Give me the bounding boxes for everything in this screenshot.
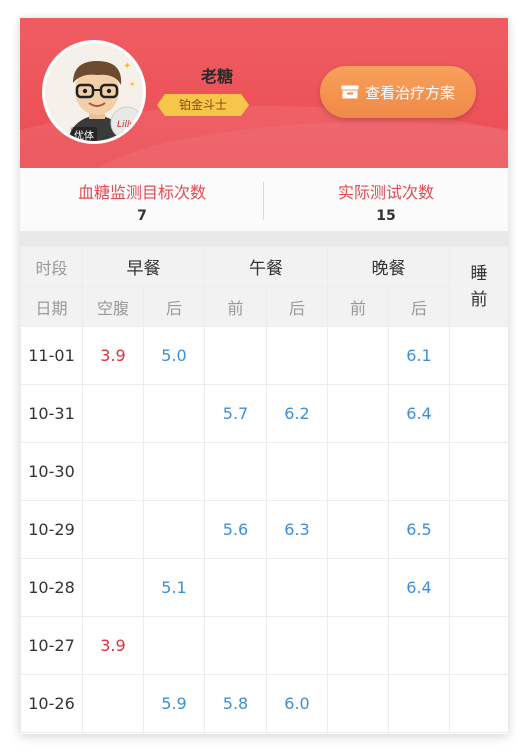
user-name: 老糖 [200,67,233,86]
plan-button-label: 查看治疗方案 [364,83,455,102]
svg-text:✦: ✦ [123,61,131,72]
glucose-table: 时段 早餐 午餐 晚餐 睡前 日期 空腹 后 前 后 前 后 11-01 3.9… [20,246,508,733]
breakfast-after-value[interactable] [143,384,205,443]
row-date: 10-31 [20,384,83,443]
row-date: 10-27 [20,616,83,675]
breakfast-header: 早餐 [82,246,205,287]
bedtime-value[interactable] [449,326,508,385]
lunch-after-value[interactable]: 6.3 [266,500,328,559]
dinner-after-value[interactable] [388,616,450,675]
bedtime-value[interactable] [449,384,508,443]
breakfast-fasting-value[interactable]: 3.9 [82,326,144,385]
row-date: 10-28 [20,558,83,617]
actual-count-stat: 实际测试次数 15 [264,168,508,232]
dinner-before-value[interactable] [327,326,389,385]
level-badge: 铂金斗士 [157,94,249,116]
lunch-after-value[interactable] [266,442,328,501]
bedtime-value[interactable] [449,616,508,675]
bedtime-value[interactable] [449,674,508,733]
dinner-after-value[interactable]: 6.5 [388,500,450,559]
target-count-stat: 血糖监测目标次数 7 [20,168,264,232]
breakfast-after-value[interactable] [143,500,205,559]
dinner-after-value[interactable]: 6.4 [388,558,450,617]
table-row[interactable]: 10-30 [20,442,508,501]
actual-count-value: 15 [376,208,396,224]
target-count-value: 7 [137,208,147,224]
lunch-after-value[interactable] [266,326,328,385]
target-count-label: 血糖监测目标次数 [77,183,206,202]
table-row[interactable]: 10-26 5.9 5.8 6.0 [20,674,508,733]
lunch-after-value[interactable]: 6.0 [266,674,328,733]
lunch-before-value[interactable] [204,558,267,617]
breakfast-fasting-value[interactable] [82,384,144,443]
lunch-after-value[interactable] [266,616,328,675]
breakfast-after-value[interactable]: 5.0 [143,326,205,385]
lunch-header: 午餐 [204,246,328,287]
dinner-after-value[interactable] [388,442,450,501]
lunch-before-value[interactable]: 5.8 [204,674,267,733]
breakfast-fasting-value[interactable] [82,558,144,617]
row-date: 10-26 [20,674,83,733]
blood-sugar-card: ✦ ✦ Lilly 优体 老糖 铂金斗士 查看治疗方案 血糖监测目标次数 7 实… [20,18,508,734]
actual-count-label: 实际测试次数 [337,183,434,202]
table-row[interactable]: 10-27 3.9 [20,616,508,675]
view-treatment-plan-button[interactable]: 查看治疗方案 [320,66,476,118]
row-date: 11-01 [20,326,83,385]
lunch-after-value[interactable]: 6.2 [266,384,328,443]
dinner-before-value[interactable] [327,616,389,675]
dinner-after-value[interactable]: 6.1 [388,326,450,385]
dinner-header: 晚餐 [327,246,450,287]
breakfast-fasting-value[interactable] [82,674,144,733]
period-header: 时段 [20,246,83,287]
lunch-before-value[interactable]: 5.6 [204,500,267,559]
dinner-before-header: 前 [327,286,389,327]
breakfast-fasting-header: 空腹 [82,286,144,327]
breakfast-after-value[interactable] [143,616,205,675]
dinner-before-value[interactable] [327,674,389,733]
table-row[interactable]: 10-28 5.1 6.4 [20,558,508,617]
lunch-after-value[interactable] [266,558,328,617]
breakfast-after-header: 后 [143,286,205,327]
profile-header: ✦ ✦ Lilly 优体 老糖 铂金斗士 查看治疗方案 [20,18,508,168]
stats-bar: 血糖监测目标次数 7 实际测试次数 15 [20,168,508,232]
dinner-after-value[interactable] [388,674,450,733]
dinner-before-value[interactable] [327,558,389,617]
lunch-before-value[interactable] [204,616,267,675]
avatar-tag: 优体 [71,127,97,141]
table-row[interactable]: 10-31 5.7 6.2 6.4 [20,384,508,443]
svg-text:Lilly: Lilly [117,120,136,130]
svg-text:✦: ✦ [129,80,136,89]
breakfast-fasting-value[interactable]: 3.9 [82,616,144,675]
row-date: 10-30 [20,442,83,501]
avatar[interactable]: ✦ ✦ Lilly 优体 [42,40,146,144]
breakfast-fasting-value[interactable] [82,500,144,559]
bedtime-header: 睡前 [449,246,508,327]
bedtime-value[interactable] [449,558,508,617]
box-icon [341,85,359,99]
date-header: 日期 [20,286,83,327]
lunch-before-value[interactable] [204,442,267,501]
breakfast-after-value[interactable] [143,442,205,501]
lunch-before-header: 前 [204,286,267,327]
breakfast-after-value[interactable]: 5.9 [143,674,205,733]
dinner-before-value[interactable] [327,384,389,443]
table-row[interactable]: 11-01 3.9 5.0 6.1 [20,326,508,385]
table-row[interactable]: 10-29 5.6 6.3 6.5 [20,500,508,559]
lunch-before-value[interactable] [204,326,267,385]
breakfast-fasting-value[interactable] [82,442,144,501]
lunch-after-header: 后 [266,286,328,327]
dinner-before-value[interactable] [327,500,389,559]
bedtime-value[interactable] [449,442,508,501]
dinner-after-header: 后 [388,286,450,327]
lunch-before-value[interactable]: 5.7 [204,384,267,443]
dinner-after-value[interactable]: 6.4 [388,384,450,443]
breakfast-after-value[interactable]: 5.1 [143,558,205,617]
row-date: 10-29 [20,500,83,559]
dinner-before-value[interactable] [327,442,389,501]
section-gap [20,232,508,246]
bedtime-value[interactable] [449,500,508,559]
